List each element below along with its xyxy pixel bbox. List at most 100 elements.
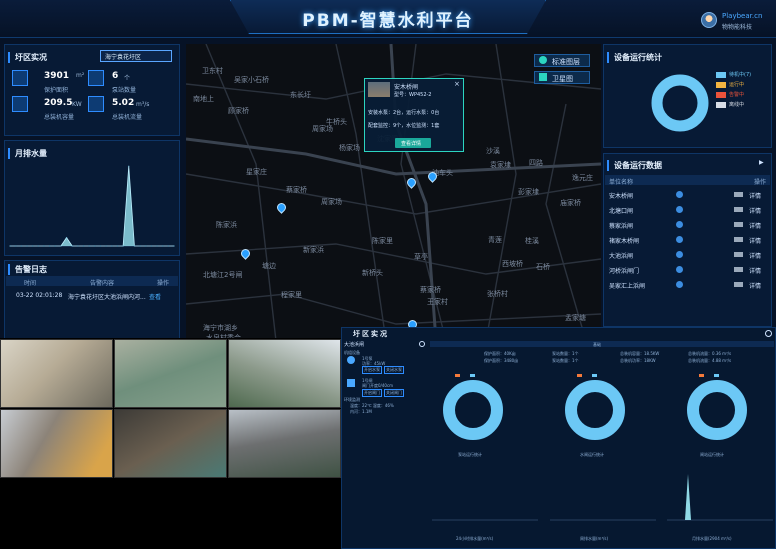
chart-point — [65, 237, 68, 239]
stat-unit-stations: 个 — [124, 75, 131, 82]
device-status-icon — [676, 221, 683, 228]
map-place-label: 西坡桥 — [502, 260, 523, 268]
map-place-label: 沙溪 — [486, 147, 500, 155]
legend-label: 离线中 — [729, 102, 745, 108]
alarm-log-title: 告警日志 — [8, 264, 47, 275]
gate-close-button[interactable]: 关闭闸门 — [384, 389, 404, 397]
river-level: 内河：1.1M — [350, 409, 372, 414]
stat-label-power: 总装机容量 — [44, 114, 75, 121]
stat-value-flow: 5.02 — [112, 98, 135, 108]
chart-series-line — [10, 166, 174, 247]
chart-point — [20, 245, 22, 247]
chart-point — [77, 245, 79, 247]
map-place-label: 蔡家桥 — [286, 186, 307, 194]
map-place-label: 草亭 — [414, 253, 428, 261]
stat-label-flow: 总装机流量 — [112, 114, 143, 121]
map-place-label: 张桥村 — [487, 290, 508, 298]
pump-stop-button[interactable]: 关闭水泵 — [384, 366, 404, 374]
power-icon-left[interactable] — [419, 341, 425, 347]
camera-feed-1[interactable] — [0, 339, 113, 408]
device-details-link[interactable]: 详情 — [749, 281, 761, 290]
station-thumbnail — [368, 82, 390, 97]
map-place-label: 东长圩 — [290, 91, 311, 99]
device-status-icon — [676, 251, 683, 258]
map-place-label: 四路 — [529, 159, 543, 167]
popup-close-button[interactable]: × — [454, 80, 460, 88]
device-data-expand-icon[interactable]: ▶ — [759, 159, 764, 166]
chart-point — [111, 245, 113, 247]
donut-legend-2 — [470, 374, 475, 377]
metrics-header-label: 基础 — [593, 342, 601, 347]
device-details-link[interactable]: 详情 — [749, 221, 761, 230]
gate-open-button[interactable]: 开启闸门 — [362, 389, 382, 397]
chart-point — [48, 245, 51, 247]
chart-point — [43, 245, 45, 247]
popup-line-pumps: 安装水泵：2台，运行水泵：0台 — [368, 110, 440, 116]
chart-point — [116, 245, 119, 247]
device-details-link[interactable]: 详情 — [749, 206, 761, 215]
device-row-name: 安木桥闸 — [609, 193, 634, 200]
chart-point — [15, 245, 17, 247]
metric-item: 总装机流量：4.88 m³/s — [688, 358, 732, 363]
map-place-label: 顾家桥 — [228, 107, 249, 115]
stat-unit-flow: m³/s — [136, 101, 150, 108]
device-col-action: 操作 — [754, 179, 767, 186]
flow-chart-week — [550, 519, 656, 521]
map-place-label: 周家场 — [321, 198, 342, 206]
device-monitor-icon — [734, 192, 743, 197]
device-details-link[interactable]: 详情 — [749, 251, 761, 260]
user-avatar[interactable] — [701, 12, 717, 28]
camera-feed-2[interactable] — [114, 339, 227, 408]
chart-point — [173, 245, 175, 247]
area-select[interactable]: 海宁袁花圩区 — [100, 50, 172, 62]
donut-legend-5 — [699, 374, 704, 377]
flow-chart-24h — [432, 519, 538, 521]
device-row-name: 褚家木桥闸 — [609, 238, 640, 245]
metrics-header-bar — [430, 341, 774, 347]
chart-point — [60, 245, 62, 247]
device-row-name: 大池浜闸 — [609, 253, 634, 260]
device-monitor-icon — [734, 207, 743, 212]
company-name: 物物能科技 — [722, 24, 753, 31]
chart-point — [99, 245, 102, 247]
camera-feed-4[interactable] — [0, 409, 113, 478]
map-place-label: 吴家小石桥 — [234, 76, 269, 84]
popup-details-label: 查看详情 — [401, 141, 422, 147]
chart-point — [145, 245, 147, 247]
camera-feed-6[interactable] — [228, 409, 341, 478]
alarm-row-view-link[interactable]: 查看 — [149, 292, 161, 301]
power-icon-top[interactable] — [765, 330, 772, 337]
donut-legend-4 — [592, 374, 597, 377]
metric-item: 泵站数量：1个 — [552, 351, 579, 356]
gate-icon — [347, 379, 355, 387]
map-place-label: 海宁市湖乡 — [203, 324, 238, 332]
map-place-label: 逸元庄 — [572, 174, 593, 182]
camera-feed-5[interactable] — [114, 409, 227, 478]
device-status-icon — [676, 266, 683, 273]
user-name[interactable]: Playbear.cn — [722, 12, 762, 20]
section-equipment: 机组设备 — [344, 350, 360, 355]
alarm-col-action: 操作 — [157, 280, 170, 287]
device-details-link[interactable]: 详情 — [749, 266, 761, 275]
flow-title-month: 月排水量(2904 m³/s) — [692, 536, 732, 541]
map-layer-standard-icon — [539, 56, 547, 64]
device-monitor-icon — [734, 222, 743, 227]
device-data-title: 设备运行数据 — [607, 160, 662, 171]
stat-value-stations: 6 — [112, 71, 119, 81]
donut-title-sluice: 水闸运行统计 — [580, 452, 604, 457]
alarm-col-content: 告警内容 — [90, 280, 115, 287]
device-details-link[interactable]: 详情 — [749, 191, 761, 200]
device-row-name: 吴家汇上浜闸 — [609, 283, 646, 290]
chart-point — [88, 245, 90, 247]
flow-title-24h: 24小时排水量(m³/s) — [456, 536, 494, 541]
legend-label: 待机中(7) — [729, 72, 752, 78]
metric-item: 保护面积：3480亩 — [484, 358, 519, 363]
camera-feed-3[interactable] — [228, 339, 341, 408]
map-place-label: 卫东村 — [202, 67, 223, 75]
map-place-label: 蔡家桥 — [420, 286, 441, 294]
stat-value-power: 209.5 — [44, 98, 73, 108]
device-details-link[interactable]: 详情 — [749, 236, 761, 245]
pump-start-button[interactable]: 开启水泵 — [362, 366, 382, 374]
chart-series-area — [10, 166, 174, 246]
donut-legend-1 — [455, 374, 460, 377]
